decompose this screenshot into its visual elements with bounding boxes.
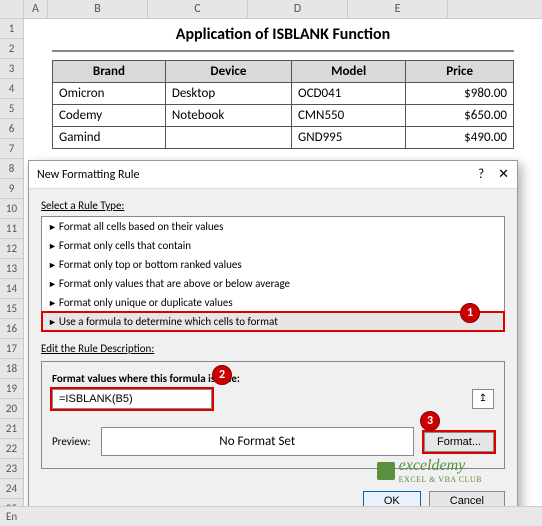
- row-header[interactable]: 10: [0, 199, 24, 219]
- select-rule-type-label: Select a Rule Type:: [41, 199, 505, 212]
- col-header[interactable]: A: [24, 0, 48, 18]
- table-row: Codemy Notebook CMN550 $650.00: [53, 105, 514, 127]
- row-header[interactable]: 23: [0, 459, 24, 479]
- row-header[interactable]: 19: [0, 379, 24, 399]
- row-header[interactable]: 22: [0, 439, 24, 459]
- row-header[interactable]: 7: [0, 139, 24, 159]
- callout-2: 2: [212, 365, 232, 385]
- help-icon[interactable]: ?: [478, 167, 484, 182]
- watermark-name: exceldemy: [399, 457, 466, 474]
- row-header[interactable]: 24: [0, 479, 24, 499]
- collapse-dialog-icon[interactable]: ↥: [472, 389, 494, 409]
- page-title: Application of ISBLANK Function: [52, 21, 514, 52]
- preview-label: Preview:: [52, 435, 91, 448]
- arrow-icon: ►: [48, 317, 57, 328]
- rule-type-option[interactable]: ►Format only unique or duplicate values: [42, 293, 504, 312]
- row-header[interactable]: 2: [0, 39, 24, 59]
- watermark: exceldemy EXCEL & VBA CLUB: [377, 457, 482, 484]
- row-header[interactable]: 11: [0, 219, 24, 239]
- close-icon[interactable]: ✕: [498, 167, 509, 182]
- th-brand[interactable]: Brand: [53, 61, 166, 83]
- col-header[interactable]: C: [148, 0, 248, 18]
- row-header[interactable]: 1: [0, 19, 24, 39]
- row-header[interactable]: 12: [0, 239, 24, 259]
- rule-type-option-formula[interactable]: ►Use a formula to determine which cells …: [42, 312, 504, 331]
- dialog-title-text: New Formatting Rule: [37, 168, 140, 182]
- row-header[interactable]: 13: [0, 259, 24, 279]
- format-button[interactable]: Format...: [424, 432, 494, 452]
- col-header[interactable]: D: [248, 0, 348, 18]
- rule-type-option[interactable]: ►Format only top or bottom ranked values: [42, 255, 504, 274]
- formula-input[interactable]: [52, 389, 212, 409]
- arrow-icon: ►: [48, 241, 57, 252]
- row-header[interactable]: 18: [0, 359, 24, 379]
- logo-icon: [377, 462, 395, 480]
- arrow-icon: ►: [48, 260, 57, 271]
- col-header[interactable]: E: [348, 0, 448, 18]
- data-table: Brand Device Model Price Omicron Desktop…: [52, 60, 514, 149]
- callout-1: 1: [460, 303, 480, 323]
- arrow-icon: ►: [48, 279, 57, 290]
- row-header[interactable]: 14: [0, 279, 24, 299]
- edit-rule-description-label: Edit the Rule Description:: [41, 342, 505, 355]
- rule-type-option[interactable]: ►Format only values that are above or be…: [42, 274, 504, 293]
- arrow-icon: ►: [48, 298, 57, 309]
- rule-type-option[interactable]: ►Format all cells based on their values: [42, 217, 504, 236]
- table-row: Omicron Desktop OCD041 $980.00: [53, 83, 514, 105]
- corner-cell: [0, 0, 24, 18]
- preview-box: No Format Set: [101, 427, 414, 456]
- row-header[interactable]: 20: [0, 399, 24, 419]
- th-model[interactable]: Model: [292, 61, 406, 83]
- row-header[interactable]: 5: [0, 99, 24, 119]
- row-header[interactable]: 6: [0, 119, 24, 139]
- th-device[interactable]: Device: [165, 61, 291, 83]
- rule-type-list: ►Format all cells based on their values …: [41, 216, 505, 332]
- col-header[interactable]: B: [48, 0, 148, 18]
- status-bar: En: [0, 506, 542, 526]
- row-header[interactable]: 16: [0, 319, 24, 339]
- dialog-titlebar[interactable]: New Formatting Rule ? ✕: [29, 161, 517, 189]
- row-header[interactable]: 15: [0, 299, 24, 319]
- th-price[interactable]: Price: [406, 61, 514, 83]
- row-header[interactable]: 4: [0, 79, 24, 99]
- row-headers: 1 2 3 4 5 6 7 8 9 10 11 12 13 14 15 16 1…: [0, 19, 24, 519]
- row-header[interactable]: 8: [0, 159, 24, 179]
- formula-label: Format values where this formula is true…: [52, 372, 494, 385]
- row-header[interactable]: 17: [0, 339, 24, 359]
- arrow-icon: ►: [48, 222, 57, 233]
- rule-type-option[interactable]: ►Format only cells that contain: [42, 236, 504, 255]
- row-header[interactable]: 9: [0, 179, 24, 199]
- table-header-row: Brand Device Model Price: [53, 61, 514, 83]
- callout-3: 3: [420, 411, 440, 431]
- row-header[interactable]: 3: [0, 59, 24, 79]
- column-headers: A B C D E: [0, 0, 542, 19]
- row-header[interactable]: 21: [0, 419, 24, 439]
- watermark-sub: EXCEL & VBA CLUB: [399, 475, 482, 484]
- table-row: Gamind GND995 $490.00: [53, 127, 514, 149]
